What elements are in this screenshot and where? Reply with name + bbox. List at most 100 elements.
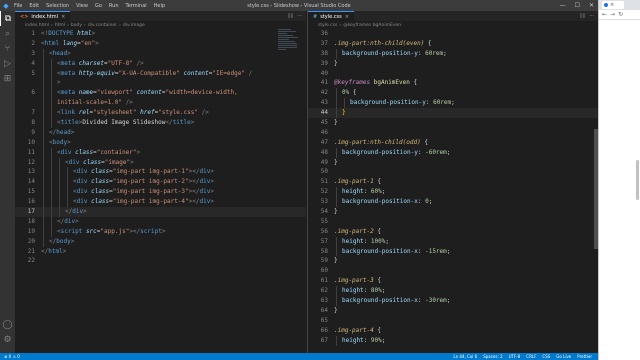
status-item[interactable]: ⊗ 0 ⚠ 0 bbox=[4, 354, 20, 359]
code-line: 49} bbox=[308, 158, 598, 168]
status-item[interactable]: Go Live bbox=[556, 354, 571, 359]
code-line: 58 background-position-x: -15rem; bbox=[308, 246, 598, 257]
breadcrumb-item[interactable]: div.image bbox=[123, 23, 145, 28]
menu-item-selection[interactable]: Selection bbox=[46, 3, 69, 9]
status-item[interactable]: Spaces: 2 bbox=[483, 354, 502, 359]
code-token: script bbox=[60, 227, 83, 235]
account-icon[interactable]: ◯ bbox=[0, 317, 15, 332]
minimap[interactable] bbox=[278, 29, 300, 59]
tab-index-html[interactable]: <> index.html × bbox=[15, 11, 71, 21]
back-icon[interactable]: ← bbox=[602, 11, 607, 18]
menu-item-terminal[interactable]: Terminal bbox=[126, 3, 147, 9]
code-token: ; bbox=[381, 287, 386, 295]
menu-item-edit[interactable]: Edit bbox=[29, 3, 39, 9]
menu-item-go[interactable]: Go bbox=[95, 3, 102, 9]
code-text: .img-part:nth-child(even) { bbox=[334, 39, 432, 49]
browser-scrollbar[interactable] bbox=[636, 160, 639, 200]
breadcrumb-item[interactable]: body bbox=[71, 23, 82, 28]
code-token: </ bbox=[165, 119, 173, 127]
close-tab-icon[interactable]: × bbox=[610, 2, 614, 8]
code-text: .img-part-3 { bbox=[334, 276, 381, 286]
indent-guide bbox=[336, 296, 337, 306]
extensions-icon[interactable]: ⊞ bbox=[0, 71, 15, 86]
more-actions-icon[interactable]: ··· bbox=[589, 13, 594, 19]
code-token: charset bbox=[78, 59, 104, 67]
indent-guide bbox=[43, 108, 44, 119]
status-item[interactable]: CRLF bbox=[526, 354, 536, 359]
breadcrumb-item[interactable]: div.container bbox=[88, 23, 117, 28]
code-token: { bbox=[349, 89, 357, 97]
code-line: 18 </div> bbox=[15, 216, 306, 227]
indent-guide bbox=[59, 187, 60, 198]
code-token: div bbox=[64, 217, 76, 225]
code-line: 22 bbox=[15, 256, 306, 266]
search-icon[interactable]: ⌕ bbox=[0, 26, 15, 41]
code-line: 65 bbox=[308, 316, 598, 326]
code-token: ></ bbox=[188, 198, 200, 206]
settings-gear-icon[interactable]: ⚙ bbox=[0, 332, 15, 347]
code-token: : bbox=[417, 198, 426, 206]
code-token: class bbox=[91, 188, 110, 196]
code-token: { bbox=[420, 138, 428, 146]
browser-tab[interactable]: × bbox=[602, 1, 624, 9]
breadcrumb-item[interactable]: @keyframes bgAnimEven bbox=[343, 23, 401, 28]
status-item[interactable]: UTF-8 bbox=[509, 354, 521, 359]
code-line: 19 <script src="app.js"></script> bbox=[15, 226, 306, 237]
code-line: 21 </html> bbox=[15, 247, 306, 257]
forward-icon[interactable]: → bbox=[610, 11, 615, 18]
code-line: 16 <div class="img-part img-part-4"></div… bbox=[15, 197, 306, 208]
code-text: </html> bbox=[41, 247, 66, 257]
split-editor-icon[interactable]: ▯▯ bbox=[288, 13, 294, 19]
code-token: div bbox=[199, 198, 211, 206]
indent-guide bbox=[59, 167, 60, 178]
line-number: 64 bbox=[320, 306, 328, 314]
code-token: script bbox=[140, 227, 162, 235]
menu-item-file[interactable]: File bbox=[14, 3, 22, 9]
status-item[interactable]: Ln 44, Col 6 bbox=[453, 354, 477, 359]
code-token: > bbox=[210, 178, 214, 186]
menu-bar: File Edit Selection View Go Run Terminal Help bbox=[14, 3, 165, 9]
code-text: <html lang="en"> bbox=[41, 39, 99, 49]
code-line: 59} bbox=[308, 256, 598, 266]
code-line: 62 height: 80%; bbox=[308, 286, 598, 297]
code-text: height: 90%; bbox=[334, 336, 385, 346]
minimize-icon[interactable]: — bbox=[560, 2, 566, 9]
close-icon[interactable]: ✕ bbox=[589, 2, 594, 9]
code-line: 6 <meta name="viewport" content="width=de… bbox=[15, 88, 306, 99]
line-number: 55 bbox=[320, 217, 328, 225]
code-token: } bbox=[334, 306, 338, 314]
split-editor-icon[interactable]: ▯▯ bbox=[580, 13, 586, 19]
code-line: 57 height: 100%; bbox=[308, 236, 598, 247]
code-line: 1 <!DOCTYPE html> bbox=[15, 29, 306, 39]
code-token: background-position-x bbox=[342, 198, 418, 206]
reload-icon[interactable]: ↻ bbox=[618, 11, 623, 18]
status-item[interactable]: CSS bbox=[542, 354, 550, 359]
code-editor-left[interactable]: 1 <!DOCTYPE html> 2 <html lang="en"> 3 <head>… bbox=[15, 29, 306, 266]
source-control-icon[interactable]: ⑂ bbox=[0, 41, 15, 56]
close-tab-icon[interactable]: × bbox=[345, 14, 349, 20]
code-token: head bbox=[52, 49, 68, 57]
line-number: 18 bbox=[27, 217, 35, 225]
menu-item-help[interactable]: Help bbox=[154, 3, 165, 9]
line-number: 12 bbox=[27, 158, 35, 166]
files-icon[interactable]: ⧉ bbox=[0, 11, 15, 26]
breadcrumb-item[interactable]: index.html bbox=[25, 23, 49, 28]
maximize-icon[interactable]: ☐ bbox=[575, 2, 580, 9]
status-item[interactable]: Prettier bbox=[577, 354, 592, 359]
indent-guide bbox=[43, 187, 44, 198]
breadcrumb-item[interactable]: html bbox=[55, 23, 65, 28]
menu-item-run[interactable]: Run bbox=[109, 3, 119, 9]
more-actions-icon[interactable]: ··· bbox=[297, 13, 302, 19]
run-debug-icon[interactable]: ▷ bbox=[0, 56, 15, 71]
code-token: : bbox=[363, 287, 371, 295]
tab-style-css[interactable]: # style.css × bbox=[308, 11, 354, 21]
html-file-icon: <> bbox=[20, 13, 29, 20]
code-token: ; bbox=[446, 247, 451, 255]
breadcrumb-item[interactable]: style.css bbox=[318, 23, 337, 28]
menu-item-view[interactable]: View bbox=[76, 3, 88, 9]
code-editor-right[interactable]: 36 37 .img-part:nth-child(even) {38 backgro… bbox=[308, 29, 598, 346]
code-token: height bbox=[342, 336, 364, 344]
close-tab-icon[interactable]: × bbox=[61, 14, 65, 20]
code-token: meta bbox=[60, 69, 76, 77]
line-number: 67 bbox=[320, 336, 328, 344]
